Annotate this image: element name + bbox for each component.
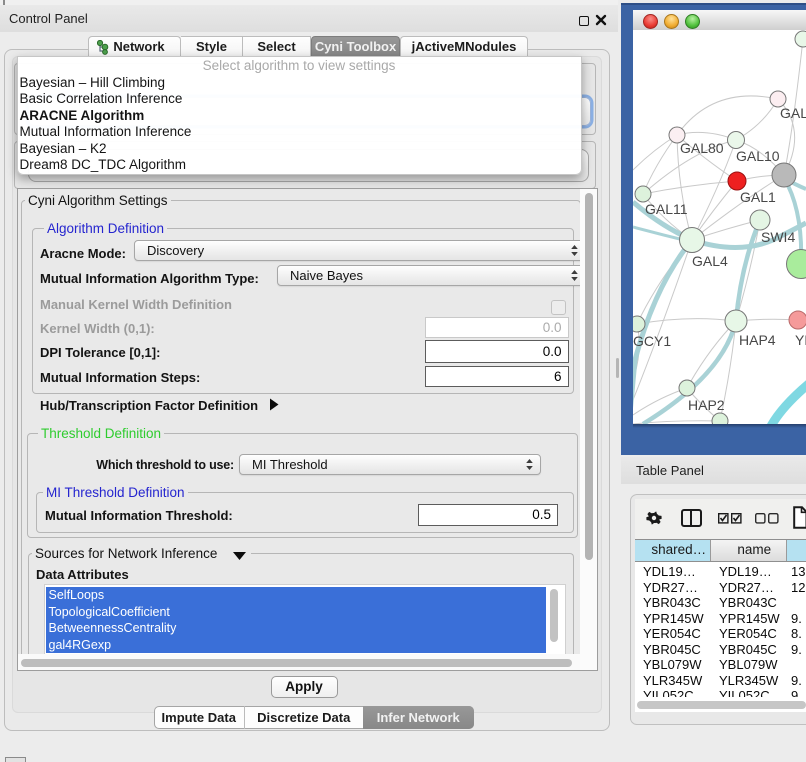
svg-text:YD: YD xyxy=(795,332,806,348)
svg-text:HAP4: HAP4 xyxy=(739,332,776,348)
svg-text:HAP2: HAP2 xyxy=(688,397,725,413)
svg-text:SWI4: SWI4 xyxy=(761,229,795,245)
svg-text:GAL1: GAL1 xyxy=(740,189,776,205)
svg-text:GAL80: GAL80 xyxy=(680,140,724,156)
svg-text:GCY1: GCY1 xyxy=(633,333,671,349)
svg-text:GAL11: GAL11 xyxy=(645,201,688,217)
svg-text:GAL10: GAL10 xyxy=(736,148,780,164)
svg-text:GAL4: GAL4 xyxy=(692,253,728,269)
svg-text:GAL7: GAL7 xyxy=(780,105,806,121)
